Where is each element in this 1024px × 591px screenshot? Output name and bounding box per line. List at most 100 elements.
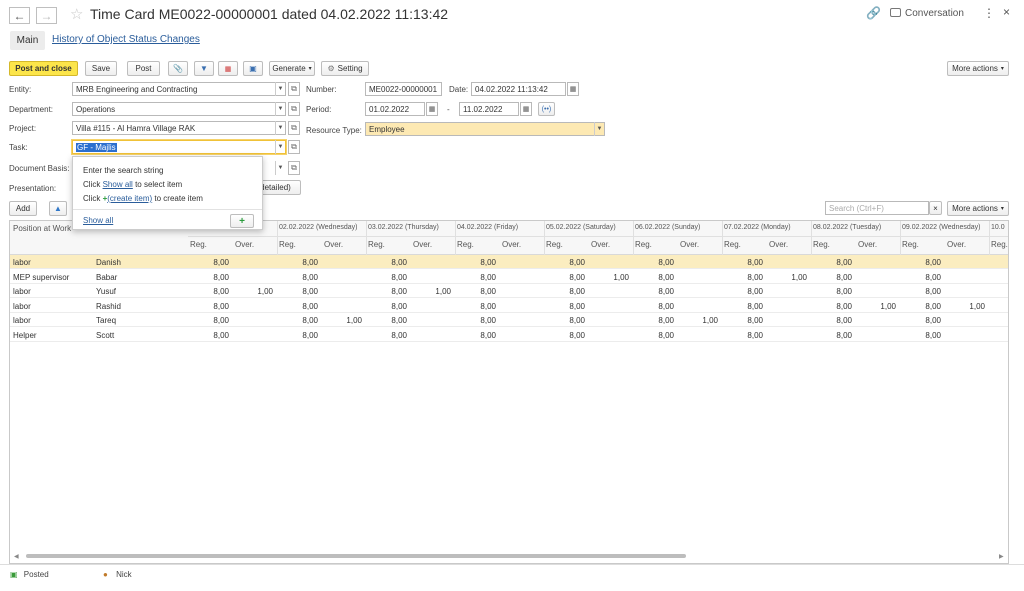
table-row[interactable]: labor Tareq 8,00 8,00 1,00 8,00 8,00 8,00 8,00 1,… [10,313,1008,327]
cell-regular[interactable]: 8,00 [811,287,852,296]
cell-regular[interactable]: 8,00 [544,273,585,282]
notify-button[interactable]: ▼ [194,61,214,76]
popup-show-all-link[interactable]: Show all [83,216,113,225]
day-header[interactable]: 09.02.2022 (Wednesday) [902,224,980,231]
table-row[interactable]: labor Rashid 8,00 8,00 8,00 8,00 8,00 8,00 8,00 8… [10,299,1008,313]
cell-regular[interactable]: 8,00 [277,273,318,282]
cell-regular[interactable]: 8,00 [366,258,407,267]
period-select-button[interactable]: (••) [538,102,555,116]
cell-regular[interactable]: 8,00 [188,258,229,267]
cell-regular[interactable]: 8,00 [633,287,674,296]
department-field[interactable]: Operations [72,102,286,116]
search-input[interactable]: Search (Ctrl+F) [825,201,929,215]
cell-regular[interactable]: 8,00 [633,316,674,325]
cell-regular[interactable]: 8,00 [633,273,674,282]
cell-regular[interactable]: 8,00 [722,331,763,340]
cell-regular[interactable]: 8,00 [811,258,852,267]
day-header[interactable]: 06.02.2022 (Sunday) [635,224,700,231]
cell-regular[interactable]: 8,00 [722,273,763,282]
forward-button[interactable]: → [36,7,57,24]
day-header[interactable]: 10.0 [991,224,1005,231]
cell-regular[interactable]: 8,00 [277,287,318,296]
chevron-down-icon[interactable]: ▼ [275,82,285,96]
cell-regular[interactable]: 8,00 [188,316,229,325]
cell-regular[interactable]: 8,00 [366,316,407,325]
move-up-button[interactable]: ▲ [49,201,67,216]
cell-regular[interactable]: 8,00 [811,316,852,325]
column-over[interactable]: Over. [947,240,966,249]
attach-button[interactable]: 📎 [168,61,188,76]
cell-regular[interactable]: 8,00 [544,331,585,340]
cell-regular[interactable]: 8,00 [811,273,852,282]
day-header[interactable]: 03.02.2022 (Thursday) [368,224,439,231]
cell-regular[interactable]: 8,00 [188,302,229,311]
cell-regular[interactable]: 8,00 [277,331,318,340]
chevron-down-icon[interactable]: ▼ [594,122,604,136]
cell-regular[interactable]: 8,00 [633,258,674,267]
back-button[interactable]: ← [9,7,30,24]
cell-regular[interactable]: 8,00 [455,258,496,267]
cell-regular[interactable]: 8,00 [277,316,318,325]
column-reg[interactable]: Reg. [279,240,296,249]
column-over[interactable]: Over. [680,240,699,249]
column-reg[interactable]: Reg. [991,240,1008,249]
cell-regular[interactable]: 8,00 [544,316,585,325]
cell-regular[interactable]: 8,00 [900,302,941,311]
calendar-icon[interactable]: ▦ [520,102,532,116]
cell-regular[interactable]: 8,00 [455,331,496,340]
entity-field[interactable]: MRB Engineering and Contracting [72,82,286,96]
column-reg[interactable]: Reg. [813,240,830,249]
scroll-left-icon[interactable]: ◀ [14,553,19,560]
add-button[interactable]: Add [9,201,37,216]
popup-add-button[interactable]: + [230,214,254,228]
task-field[interactable]: GF - Majlis [72,140,286,154]
tab-history[interactable]: History of Object Status Changes [52,34,200,45]
report-button[interactable]: ▣ [243,61,263,76]
open-document-basis-button[interactable]: ⧉ [288,161,300,175]
cell-regular[interactable]: 8,00 [633,302,674,311]
cell-regular[interactable]: 8,00 [900,316,941,325]
period-from-field[interactable]: 01.02.2022 [365,102,425,116]
number-field[interactable]: ME0022-00000001 [365,82,442,96]
cell-regular[interactable]: 8,00 [455,273,496,282]
calendar-icon[interactable]: ▦ [567,82,579,96]
day-header[interactable]: 07.02.2022 (Monday) [724,224,791,231]
period-to-field[interactable]: 11.02.2022 [459,102,519,116]
more-actions-button[interactable]: More actions ▾ [947,61,1009,76]
cell-overtime[interactable]: 1,00 [233,287,273,296]
cell-regular[interactable]: 8,00 [544,302,585,311]
cell-regular[interactable]: 8,00 [366,302,407,311]
cell-regular[interactable]: 8,00 [188,273,229,282]
scrollbar-thumb[interactable] [26,554,686,558]
cell-regular[interactable]: 8,00 [366,287,407,296]
cell-regular[interactable]: 8,00 [544,258,585,267]
column-reg[interactable]: Reg. [368,240,385,249]
chevron-down-icon[interactable]: ▼ [275,102,285,116]
scroll-right-icon[interactable]: ▶ [999,553,1004,560]
cell-regular[interactable]: 8,00 [366,331,407,340]
open-entity-button[interactable]: ⧉ [288,82,300,96]
date-field[interactable]: 04.02.2022 11:13:42 [471,82,566,96]
cell-regular[interactable]: 8,00 [900,287,941,296]
chevron-down-icon[interactable]: ▼ [275,161,285,175]
cell-regular[interactable]: 8,00 [900,273,941,282]
day-header[interactable]: 04.02.2022 (Friday) [457,224,518,231]
column-reg[interactable]: Reg. [457,240,474,249]
cell-regular[interactable]: 8,00 [900,258,941,267]
horizontal-scrollbar[interactable]: ◀ ▶ [14,552,1006,560]
generate-button[interactable]: Generate ▾ [269,61,315,76]
cell-regular[interactable]: 8,00 [366,273,407,282]
time-grid[interactable]: Position at Work 02.02.2022 (Wednesday) 0… [9,220,1009,564]
table-row[interactable]: labor Yusuf 8,00 1,00 8,00 8,00 1,00 8,00 8,00 8,… [10,284,1008,298]
column-reg[interactable]: Reg. [190,240,207,249]
resource-type-field[interactable]: Employee [365,122,605,136]
cell-overtime[interactable]: 1,00 [945,302,985,311]
column-over[interactable]: Over. [769,240,788,249]
cell-regular[interactable]: 8,00 [900,331,941,340]
cell-overtime[interactable]: 1,00 [856,302,896,311]
column-reg[interactable]: Reg. [724,240,741,249]
cell-overtime[interactable]: 1,00 [678,316,718,325]
cell-overtime[interactable]: 1,00 [411,287,451,296]
column-reg[interactable]: Reg. [635,240,652,249]
day-header[interactable]: 08.02.2022 (Tuesday) [813,224,881,231]
